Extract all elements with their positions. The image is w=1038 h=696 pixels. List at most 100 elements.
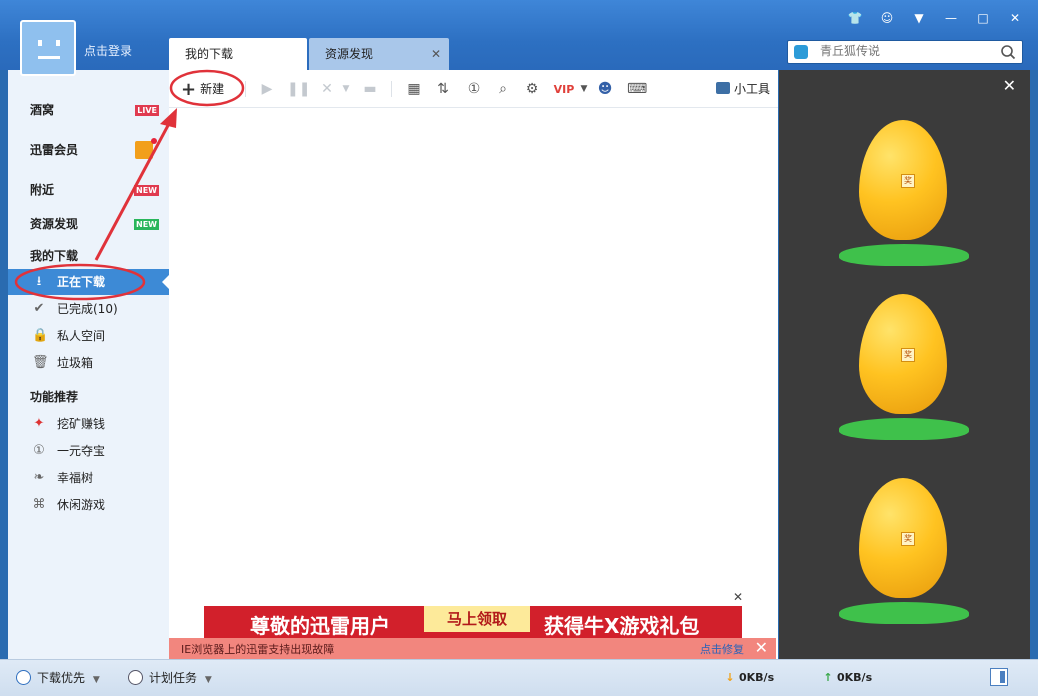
sidebar-item-vip[interactable]: 迅雷会员 [8, 137, 169, 163]
close-icon[interactable]: ✕ [1000, 8, 1030, 28]
status-bar: 下载优先 ▼ 计划任务 ▼ ↓ 0KB/s ↑ 0KB/s [0, 659, 1038, 696]
live-badge: LIVE [135, 105, 159, 116]
avatar-mouth [38, 56, 60, 59]
sidebar-item-label: 酒窝 [30, 103, 55, 117]
new-task-button[interactable]: + 新建 [181, 78, 224, 100]
folder-icon[interactable]: ▬ [361, 80, 379, 98]
scheduled-tasks-button[interactable]: 计划任务 ▼ [128, 668, 212, 688]
egg-tag: 奖 [901, 174, 915, 188]
grass [839, 602, 969, 624]
grid-view-icon[interactable]: ▦ [405, 80, 423, 98]
skin-icon[interactable]: 👕 [840, 8, 870, 28]
priority-label: 下载优先 [37, 671, 86, 685]
gift-icon [135, 138, 157, 159]
mascot-icon[interactable]: ☻ [596, 80, 614, 98]
tab-my-downloads[interactable]: 我的下载 [169, 38, 307, 70]
plus-icon: + [181, 79, 197, 100]
delete-dropdown-icon[interactable]: ▼ [337, 80, 355, 98]
sidebar-item-label: 休闲游戏 [57, 498, 106, 512]
egg-shell: 奖 [859, 120, 947, 240]
avatar[interactable] [20, 20, 76, 76]
maximize-icon[interactable]: □ [968, 8, 998, 28]
play-icon[interactable]: ▶ [258, 80, 276, 98]
upload-speed-value: 0KB/s [837, 671, 873, 684]
sidebar-item-jiuwo[interactable]: 酒窝 LIVE [8, 97, 169, 123]
sidebar-item-label: 迅雷会员 [30, 143, 79, 157]
golden-egg[interactable]: 奖 [839, 478, 969, 628]
chevron-down-icon: ▼ [204, 675, 212, 685]
search-icon[interactable] [1000, 44, 1016, 60]
egg-shell: 奖 [859, 478, 947, 598]
trash-icon: 🗑 [32, 355, 49, 370]
search-task-icon[interactable]: ⌕ [494, 80, 512, 98]
alert-close-icon[interactable]: ✕ [755, 638, 768, 657]
vip-dropdown-icon[interactable]: ▼ [575, 80, 593, 98]
sidebar-item-label: 资源发现 [30, 217, 79, 231]
sidebar-item-happy-tree[interactable]: ❧ 幸福树 [8, 465, 169, 491]
sidebar-item-private-space[interactable]: 🔒 私人空间 [8, 323, 169, 349]
panel-toggle-icon[interactable] [990, 668, 1008, 686]
delete-icon[interactable]: ✕ [318, 80, 336, 98]
settings-gear-icon[interactable]: ⚙ [523, 80, 541, 98]
tab-label: 我的下载 [185, 47, 234, 61]
download-icon: ⭳ [36, 274, 42, 289]
egg-tag: 奖 [901, 348, 915, 362]
down-arrow-icon: ↓ [725, 671, 735, 684]
toolbar-divider [391, 81, 392, 97]
ad-close-icon[interactable]: ✕ [733, 590, 743, 604]
search-input[interactable] [820, 44, 990, 58]
plan-label: 计划任务 [149, 671, 198, 685]
sidebar-item-games[interactable]: ⌘ 休闲游戏 [8, 492, 169, 518]
download-priority-button[interactable]: 下载优先 ▼ [16, 668, 100, 688]
game-controller-icon[interactable]: ⌨ [627, 80, 647, 98]
ad-claim-button[interactable]: 马上领取 [424, 606, 530, 632]
sidebar-item-label: 附近 [30, 183, 55, 197]
alert-fix-link[interactable]: 点击修复 [700, 641, 744, 657]
toolbox-icon [715, 82, 730, 94]
sidebar-item-label: 一元夺宝 [57, 444, 106, 458]
new-badge: NEW [134, 185, 159, 196]
ad-banner[interactable]: 尊敬的迅雷用户 马上领取 获得牛X游戏礼包 [204, 606, 742, 638]
sidebar-item-label: 正在下载 [57, 275, 106, 289]
vip-icon[interactable]: VIP [552, 80, 576, 98]
ad-text-left: 尊敬的迅雷用户 [250, 614, 390, 638]
sidebar-item-downloading[interactable]: ⭳ 正在下载 [8, 269, 169, 295]
grass [839, 244, 969, 266]
section-header-label: 功能推荐 [30, 390, 79, 404]
section-header-my-downloads: 我的下载 [8, 243, 169, 269]
minimize-icon[interactable]: — [936, 8, 966, 28]
mining-icon: ✦ [33, 416, 45, 431]
sidebar: 酒窝 LIVE 迅雷会员 附近 NEW 资源发现 NEW 我的下载 ⭳ 正在下载… [8, 70, 169, 659]
golden-egg[interactable]: 奖 [839, 120, 969, 270]
login-link[interactable]: 点击登录 [84, 42, 132, 59]
single-task-icon[interactable]: ① [465, 80, 483, 98]
tab-label: 资源发现 [325, 47, 374, 61]
egg-tag: 奖 [901, 532, 915, 546]
sidebar-item-mining[interactable]: ✦ 挖矿赚钱 [8, 411, 169, 437]
upload-speed: ↑ 0KB/s [823, 668, 872, 688]
sidebar-item-nearby[interactable]: 附近 NEW [8, 177, 169, 203]
alert-message: IE浏览器上的迅雷支持出现故障 [181, 643, 335, 656]
promo-close-icon[interactable]: ✕ [1003, 76, 1016, 95]
clock-icon [128, 670, 143, 685]
tools-button[interactable]: 小工具 [715, 78, 770, 100]
sort-icon[interactable]: ⇅ [434, 80, 452, 98]
menu-icon[interactable]: ▼ [904, 8, 934, 28]
user-icon[interactable]: ☺ [872, 8, 902, 28]
priority-icon [16, 670, 31, 685]
coin-icon: ① [33, 443, 45, 458]
section-header-label: 我的下载 [30, 249, 79, 263]
sidebar-item-resources[interactable]: 资源发现 NEW [8, 211, 169, 237]
tab-resource-discovery[interactable]: 资源发现 ✕ [309, 38, 449, 70]
window-controls: 👕 ☺ ▼ — □ ✕ [840, 8, 1030, 28]
pause-icon[interactable]: ❚❚ [287, 80, 310, 98]
gamepad-icon: ⌘ [32, 497, 46, 512]
title-bar: 点击登录 👕 ☺ ▼ — □ ✕ 我的下载 资源发现 ✕ [0, 0, 1038, 76]
sidebar-item-completed[interactable]: ✔ 已完成(10) [8, 296, 169, 322]
alert-bar: IE浏览器上的迅雷支持出现故障 点击修复 ✕ [169, 638, 776, 659]
sidebar-item-one-yuan[interactable]: ① 一元夺宝 [8, 438, 169, 464]
golden-egg[interactable]: 奖 [839, 294, 969, 444]
chevron-down-icon: ▼ [92, 675, 100, 685]
tab-close-icon[interactable]: ✕ [431, 38, 441, 70]
sidebar-item-trash[interactable]: 🗑 垃圾箱 [8, 350, 169, 376]
